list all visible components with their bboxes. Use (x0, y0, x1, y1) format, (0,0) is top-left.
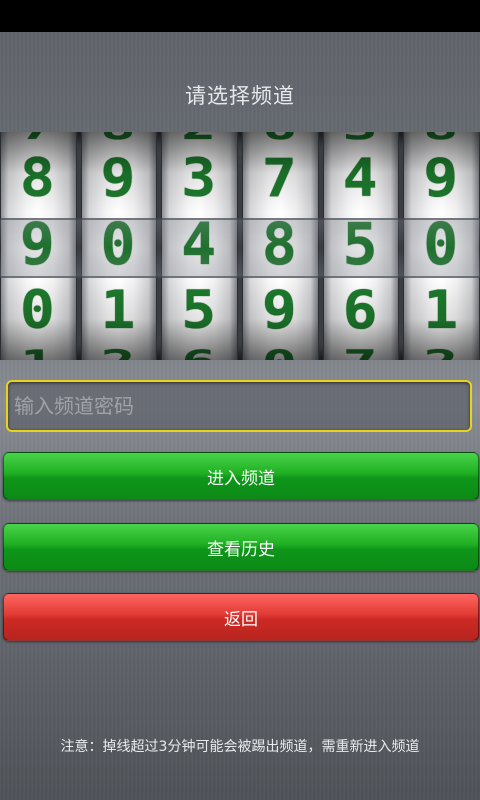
wheel-digit-selected: 5 (342, 210, 380, 278)
wheel-digit: 6 (342, 279, 380, 341)
disconnect-notice: 注意：掉线超过3分钟可能会被踢出频道，需重新进入频道 (60, 739, 420, 755)
wheel-digit: 5 (181, 279, 219, 341)
wheel-digit-selected: 0 (423, 210, 461, 278)
wheel-digit: 1 (1, 346, 76, 360)
wheel-digit: 0 (243, 346, 318, 360)
wheel-digit: 0 (19, 279, 57, 341)
enter-channel-button[interactable]: 进入频道 (3, 452, 479, 500)
wheel-digit: 6 (162, 346, 237, 360)
picker-wheel-6[interactable]: 8 9 0 1 2 (403, 132, 480, 360)
picker-wheel-4[interactable]: 6 7 8 9 0 (242, 132, 319, 360)
wheel-digit: 9 (100, 147, 138, 209)
wheel-digit: 2 (404, 346, 479, 360)
wheel-digit: 8 (404, 132, 479, 144)
wheel-digit: 6 (243, 132, 318, 144)
wheel-digit: 4 (342, 147, 380, 209)
wheel-digit: 1 (423, 279, 461, 341)
wheel-digit: 3 (324, 132, 399, 144)
view-history-button[interactable]: 查看历史 (3, 523, 479, 571)
wheel-digit: 9 (261, 279, 299, 341)
wheel-digit-selected: 0 (100, 210, 138, 278)
wheel-digit: 9 (423, 147, 461, 209)
back-button[interactable]: 返回 (3, 593, 479, 641)
wheel-digit: 3 (181, 147, 219, 209)
channel-password-input[interactable] (8, 382, 470, 430)
wheel-digit-selected: 9 (19, 210, 57, 278)
channel-number-picker: 7 8 9 0 1 8 9 0 1 2 2 3 4 5 6 6 7 8 9 0 (0, 132, 480, 360)
wheel-digit: 8 (82, 132, 157, 144)
picker-wheel-1[interactable]: 7 8 9 0 1 (0, 132, 77, 360)
status-bar (0, 0, 480, 32)
picker-wheel-5[interactable]: 3 4 5 6 7 (322, 132, 400, 360)
picker-wheel-3[interactable]: 2 3 4 5 6 (161, 132, 239, 360)
password-field-frame (6, 380, 472, 432)
app-screen: 请选择频道 7 8 9 0 1 8 9 0 1 2 2 3 4 5 6 6 7 … (0, 0, 480, 800)
page-title: 请选择频道 (185, 84, 295, 108)
picker-wheel-2[interactable]: 8 9 0 1 2 (80, 132, 158, 360)
wheel-digit-selected: 8 (261, 210, 299, 278)
wheel-digit: 8 (19, 147, 57, 209)
wheel-digit: 2 (162, 132, 237, 144)
wheel-digit: 7 (261, 147, 299, 209)
wheel-digit: 7 (1, 132, 76, 144)
wheel-digit: 1 (100, 279, 138, 341)
wheel-digit: 2 (82, 346, 157, 360)
wheel-digit: 7 (324, 346, 399, 360)
wheel-digit-selected: 4 (181, 210, 219, 278)
